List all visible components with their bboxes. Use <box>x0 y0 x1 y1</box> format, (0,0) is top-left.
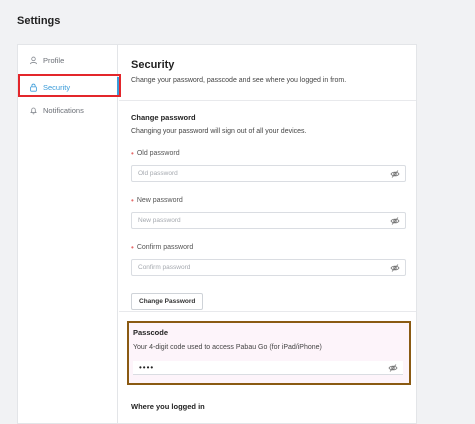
passcode-description: Your 4-digit code used to access Pabau G… <box>133 344 322 351</box>
required-asterisk: • <box>131 243 134 252</box>
old-password-label: • Old password <box>131 149 180 158</box>
sidebar-item-label: Notifications <box>43 105 84 115</box>
sidebar-item-profile[interactable]: Profile <box>18 47 118 73</box>
change-password-title: Change password <box>131 113 196 122</box>
old-password-field[interactable]: Old password <box>131 165 406 182</box>
bell-icon <box>28 105 38 115</box>
security-header: Security Change your password, passcode … <box>119 45 416 101</box>
section-title: Security <box>131 59 175 71</box>
sidebar-item-notifications[interactable]: Notifications <box>18 97 118 123</box>
change-password-button[interactable]: Change Password <box>131 293 204 310</box>
security-panel: Security Change your password, passcode … <box>119 45 416 423</box>
new-password-label: • New password <box>131 196 183 205</box>
change-password-description: Changing your password will sign out of … <box>131 128 307 135</box>
page-title: Settings <box>17 15 61 27</box>
passcode-section: Passcode Your 4-digit code used to acces… <box>127 321 411 385</box>
passcode-field[interactable]: •••• <box>133 361 403 375</box>
confirm-password-label: • Confirm password <box>131 243 194 252</box>
required-asterisk: • <box>131 149 134 158</box>
user-icon <box>28 55 38 65</box>
change-password-section: Change password Changing your password w… <box>119 101 416 310</box>
section-description: Change your password, passcode and see w… <box>131 77 347 84</box>
required-asterisk: • <box>131 196 134 205</box>
settings-sidebar: Profile Security Notifications <box>18 45 121 423</box>
eye-hidden-icon[interactable] <box>390 263 400 273</box>
eye-hidden-icon[interactable] <box>390 216 400 226</box>
eye-hidden-icon[interactable] <box>388 363 398 373</box>
eye-hidden-icon[interactable] <box>390 169 400 179</box>
section-divider <box>119 311 416 312</box>
passcode-title: Passcode <box>133 328 169 337</box>
settings-card: Profile Security Notifications Security … <box>17 44 417 424</box>
security-highlight-box <box>18 74 121 97</box>
sidebar-item-label: Profile <box>43 55 65 65</box>
confirm-password-field[interactable]: Confirm password <box>131 259 406 276</box>
where-logged-in-title: Where you logged in <box>131 402 205 411</box>
new-password-field[interactable]: New password <box>131 212 406 229</box>
